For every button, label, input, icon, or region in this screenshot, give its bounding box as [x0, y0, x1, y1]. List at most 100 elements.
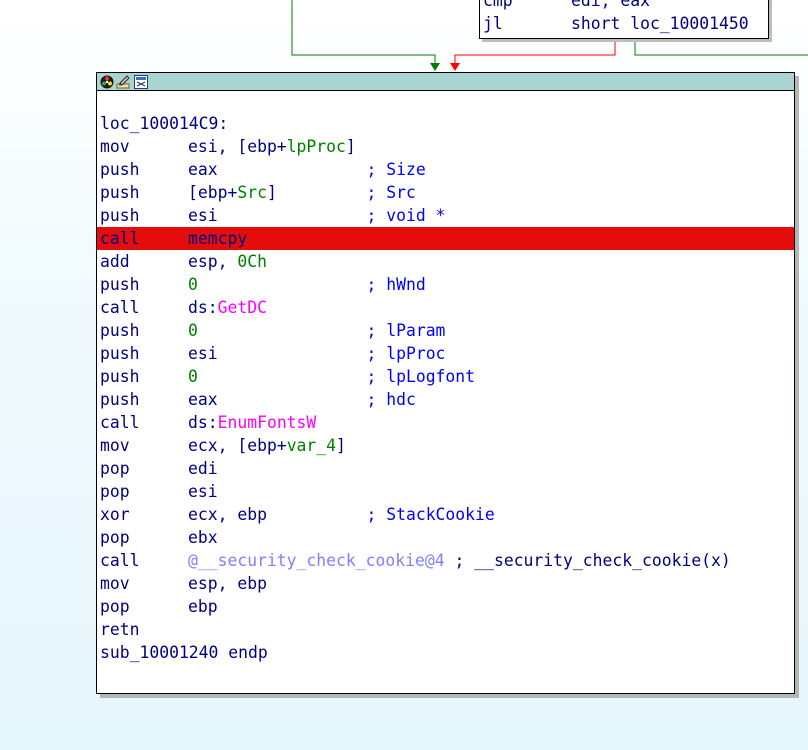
operands[interactable]: short loc_10001450: [571, 12, 749, 35]
instruction-line[interactable]: push 0 ; lParam: [97, 319, 794, 342]
comment: ; hWnd: [366, 275, 426, 294]
operands: ebx: [188, 526, 218, 549]
mnemonic: call: [100, 229, 140, 248]
instruction-line[interactable]: pop ebp: [97, 595, 794, 618]
operand-text: ecx, ebp: [188, 505, 267, 524]
operands: esp, ebp: [188, 572, 267, 595]
symbol-reference[interactable]: @__security_check_cookie@4: [188, 551, 445, 570]
operand-text: ds:: [188, 413, 218, 432]
comment: ; __security_check_cookie(x): [454, 551, 731, 570]
edge-true-arrow-icon: [430, 63, 440, 71]
operand-text: ]: [336, 436, 346, 455]
instruction-line[interactable]: xor ecx, ebp ; StackCookie: [97, 503, 794, 526]
mnemonic: push: [100, 367, 140, 386]
instruction-line[interactable]: call ds:GetDC: [97, 296, 794, 319]
mnemonic: push: [100, 390, 140, 409]
mnemonic: pop: [100, 459, 130, 478]
operands: 0: [188, 319, 198, 342]
instruction-line[interactable]: push 0 ; lpLogfont: [97, 365, 794, 388]
previous-code-block[interactable]: cmp edi, eax jl short loc_10001450: [479, 0, 769, 39]
operand-value: 0: [188, 321, 198, 340]
mnemonic: mov: [100, 137, 130, 156]
instruction-line[interactable]: pop edi: [97, 457, 794, 480]
comment: ; StackCookie: [366, 505, 495, 524]
instruction-line[interactable]: push 0 ; hWnd: [97, 273, 794, 296]
instruction-line[interactable]: push eax ; Size: [97, 158, 794, 181]
operands: ds:GetDC: [188, 296, 267, 319]
comment: ; hdc: [366, 390, 416, 409]
mnemonic: push: [100, 321, 140, 340]
operand-value: Src: [237, 183, 267, 202]
comment: ; void *: [366, 206, 446, 225]
function-end-line[interactable]: sub_10001240 endp: [97, 641, 794, 664]
operands: @__security_check_cookie@4: [188, 549, 445, 572]
mnemonic: xor: [100, 505, 130, 524]
instruction-line[interactable]: push esi ; lpProc: [97, 342, 794, 365]
operand-value: lpProc: [286, 137, 346, 156]
prev-instruction-line[interactable]: jl short loc_10001450: [480, 12, 768, 35]
operand-text: esi, [ebp+: [188, 137, 287, 156]
operands: eax: [188, 158, 218, 181]
instruction-line[interactable]: call ds:EnumFontsW: [97, 411, 794, 434]
instruction-line[interactable]: pop esi: [97, 480, 794, 503]
operands: 0: [188, 365, 198, 388]
instruction-line[interactable]: pop ebx: [97, 526, 794, 549]
operands: 0: [188, 273, 198, 296]
edge-outgoing: [634, 40, 808, 56]
symbol-reference[interactable]: EnumFontsW: [218, 413, 317, 432]
operands: ecx, ebp: [188, 503, 267, 526]
graph-view-icon[interactable]: [133, 74, 148, 89]
instruction-line[interactable]: mov esi, [ebp+lpProc]: [97, 135, 794, 158]
code-label[interactable]: loc_100014C9:: [97, 112, 794, 135]
mnemonic: cmp: [483, 0, 513, 10]
operand-value: 0: [188, 275, 198, 294]
operand-text: ]: [266, 183, 277, 202]
instruction-line[interactable]: mov esp, ebp: [97, 572, 794, 595]
operands: edi: [188, 457, 218, 480]
comment: ; Size: [366, 160, 426, 179]
mnemonic: push: [100, 344, 140, 363]
instruction-line[interactable]: mov ecx, [ebp+var_4]: [97, 434, 794, 457]
comment: ; lParam: [366, 321, 446, 340]
instruction-line[interactable]: add esp, 0Ch: [97, 250, 794, 273]
operands: ebp: [188, 595, 218, 618]
symbol-reference[interactable]: memcpy: [188, 229, 247, 248]
label-name[interactable]: loc_100014C9:: [100, 112, 228, 135]
operand-text: ebp: [188, 597, 218, 616]
prev-instruction-line[interactable]: cmp edi, eax: [480, 0, 768, 12]
mnemonic: pop: [100, 528, 130, 547]
operands[interactable]: edi, eax: [571, 0, 650, 12]
operand-text: esp,: [188, 252, 238, 271]
mnemonic: call: [100, 298, 140, 317]
operand-text: eax: [188, 390, 218, 409]
edit-node-icon[interactable]: [116, 74, 131, 89]
mnemonic: call: [100, 551, 140, 570]
color-palette-icon[interactable]: [99, 74, 114, 89]
operands: memcpy: [188, 227, 247, 250]
operand-text: [ebp+: [188, 183, 238, 202]
mnemonic: push: [100, 183, 140, 202]
node-title-bar[interactable]: [97, 73, 794, 91]
instruction-line-selected[interactable]: call memcpy: [97, 227, 794, 250]
operand-text: esi: [188, 482, 218, 501]
mnemonic: push: [100, 275, 140, 294]
instruction-line[interactable]: push eax ; hdc: [97, 388, 794, 411]
operand-text: ds:: [188, 298, 218, 317]
operands: esi: [188, 480, 218, 503]
symbol-reference[interactable]: GetDC: [218, 298, 267, 317]
edge-false-arrow-icon: [450, 63, 460, 71]
disassembly-listing[interactable]: loc_100014C9: mov esi, [ebp+lpProc] push ea…: [97, 91, 794, 664]
mnemonic: retn: [100, 620, 140, 639]
code-block-loc_100014C9[interactable]: loc_100014C9: mov esi, [ebp+lpProc] push ea…: [96, 72, 795, 694]
operand-value: var_4: [286, 436, 337, 455]
operands: esi: [188, 342, 218, 365]
comment: ; lpProc: [366, 344, 446, 363]
mnemonic: mov: [100, 436, 130, 455]
operand-text: eax: [188, 160, 218, 179]
instruction-line[interactable]: retn: [97, 618, 794, 641]
instruction-line[interactable]: call @__security_check_cookie@4 ; __securi…: [97, 549, 794, 572]
instruction-line[interactable]: push [ebp+Src] ; Src: [97, 181, 794, 204]
mnemonic: jl: [483, 14, 503, 33]
instruction-line[interactable]: push esi ; void *: [97, 204, 794, 227]
operand-text: edi: [188, 459, 218, 478]
